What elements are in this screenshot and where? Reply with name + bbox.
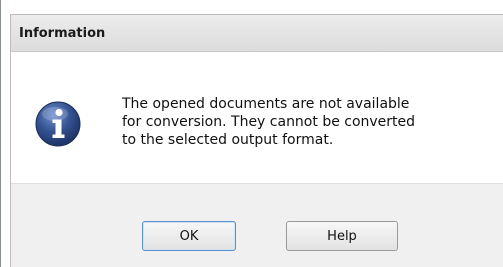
- dialog-title: Information: [19, 26, 106, 41]
- info-icon: [35, 101, 81, 147]
- button-bar: [11, 183, 503, 267]
- message-line: The opened documents are not available: [122, 96, 410, 112]
- ok-button[interactable]: OK: [142, 221, 236, 251]
- message-line: for conversion. They cannot be converted: [122, 114, 416, 130]
- information-dialog: Information The opened documents are not…: [0, 0, 503, 267]
- message-text: The opened documents are not available f…: [122, 95, 502, 149]
- message-line: to the selected output format.: [122, 132, 334, 148]
- help-button[interactable]: Help: [286, 221, 398, 251]
